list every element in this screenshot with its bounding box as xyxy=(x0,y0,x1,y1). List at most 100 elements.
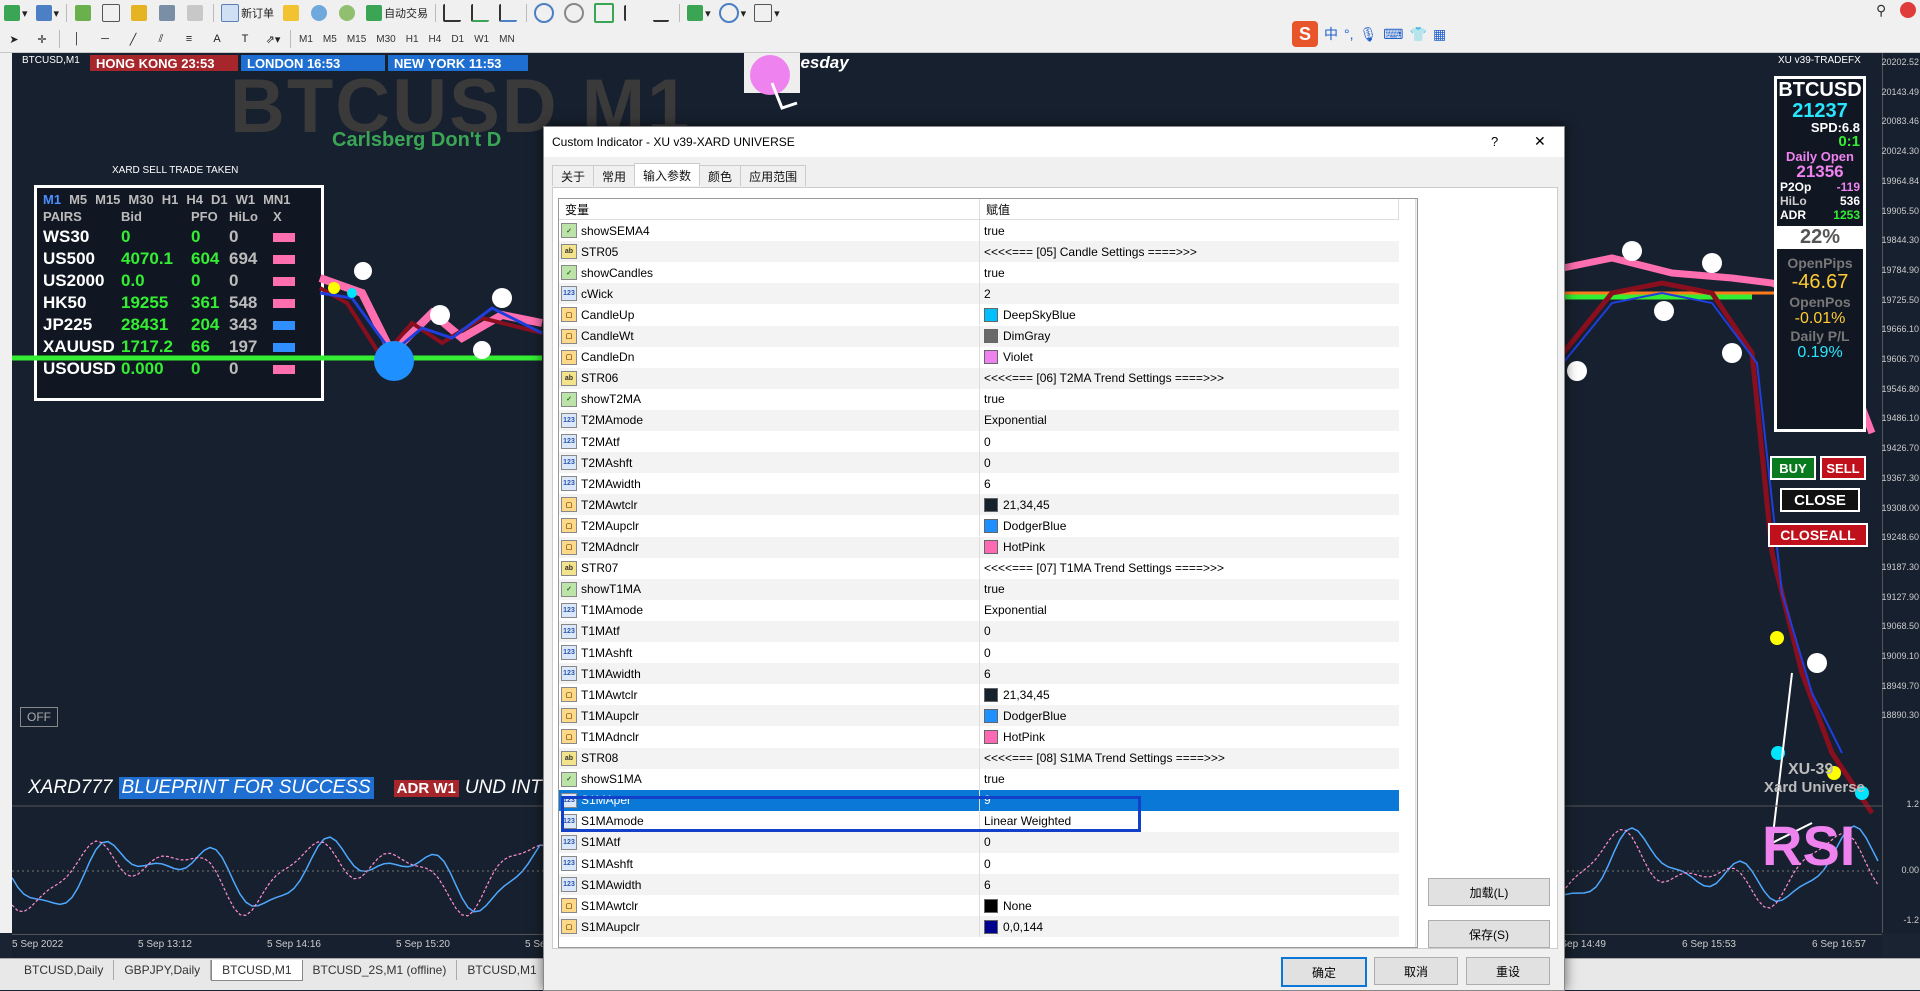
profiles-button[interactable]: ▾ xyxy=(34,3,62,23)
input-value-cell[interactable]: true xyxy=(980,579,1399,600)
input-row[interactable]: ▢ CandleDn Violet xyxy=(559,346,1399,368)
input-value-cell[interactable]: true xyxy=(980,262,1399,283)
input-value-cell[interactable]: 9 xyxy=(980,790,1399,811)
chart-tab[interactable]: BTCUSD_2S,M1 (offline) xyxy=(303,960,458,980)
input-row[interactable]: ▢ CandleUp DeepSkyBlue xyxy=(559,304,1399,326)
input-value-cell[interactable]: true xyxy=(980,769,1399,790)
col-variable[interactable]: 变量 xyxy=(559,199,980,219)
timeframe-w1[interactable]: W1 xyxy=(469,30,494,48)
input-value-cell[interactable]: <<<<=== [07] T1MA Trend Settings ====>>> xyxy=(980,558,1399,579)
input-value-cell[interactable]: DimGray xyxy=(980,326,1399,347)
input-row[interactable]: ab STR05 <<<<=== [05] Candle Settings ====… xyxy=(559,241,1399,263)
shift-button[interactable] xyxy=(650,3,674,23)
dialog-tab-0[interactable]: 关于 xyxy=(552,165,595,186)
dialog-tab-1[interactable]: 常用 xyxy=(593,165,636,186)
line-chart-button[interactable] xyxy=(497,3,521,23)
input-value-cell[interactable]: 0 xyxy=(980,853,1399,874)
microphone-icon[interactable]: 🎙 xyxy=(1360,26,1378,43)
grid-icon[interactable]: ▦ xyxy=(1433,26,1446,43)
zoom-out-button[interactable] xyxy=(562,3,588,23)
candle-chart-button[interactable] xyxy=(469,3,493,23)
input-value-cell[interactable]: <<<<=== [06] T2MA Trend Settings ====>>> xyxy=(980,368,1399,389)
cancel-button[interactable]: 取消 xyxy=(1374,957,1458,985)
timeframe-h1[interactable]: H1 xyxy=(401,30,424,48)
new-chart-button[interactable]: ▾ xyxy=(2,3,30,23)
input-value-cell[interactable]: DeepSkyBlue xyxy=(980,304,1399,325)
metaeditor-button[interactable] xyxy=(280,3,304,23)
signals-button[interactable] xyxy=(336,3,360,23)
input-row[interactable]: ▢ CandleWt DimGray xyxy=(559,325,1399,347)
input-row[interactable]: ▢ T1MAupclr DodgerBlue xyxy=(559,705,1399,727)
zoom-in-button[interactable] xyxy=(532,3,558,23)
skin-icon[interactable]: 👕 xyxy=(1410,26,1427,43)
bar-chart-button[interactable] xyxy=(441,3,465,23)
input-value-cell[interactable]: 21,34,45 xyxy=(980,684,1399,705)
horizontal-line-button[interactable]: ─ xyxy=(93,29,117,49)
input-row[interactable]: 123 T1MAmode Exponential xyxy=(559,599,1399,621)
input-row[interactable]: ▢ T2MAdnclr HotPink xyxy=(559,536,1399,558)
input-value-cell[interactable]: 21,34,45 xyxy=(980,494,1399,515)
input-row[interactable]: 123 T2MAshft 0 xyxy=(559,452,1399,474)
dialog-tab-2[interactable]: 输入参数 xyxy=(634,163,701,186)
reset-button[interactable]: 重设 xyxy=(1466,957,1550,985)
input-row[interactable]: ✓ showT2MA true xyxy=(559,388,1399,410)
trendline-button[interactable]: ╱ xyxy=(121,29,145,49)
input-value-cell[interactable]: true xyxy=(980,389,1399,410)
periods-button[interactable]: ▾ xyxy=(717,3,749,23)
templates-button[interactable]: ▾ xyxy=(752,3,782,23)
tester-button[interactable] xyxy=(184,3,208,23)
data-window-button[interactable] xyxy=(100,3,124,23)
save-button[interactable]: 保存(S) xyxy=(1428,920,1550,948)
input-value-cell[interactable]: 0 xyxy=(980,452,1399,473)
input-row[interactable]: 123 cWick 2 xyxy=(559,283,1399,305)
help-button[interactable]: ? xyxy=(1491,134,1498,149)
dialog-tab-4[interactable]: 应用范围 xyxy=(740,165,807,186)
input-row[interactable]: ▢ S1MAupclr 0,0,144 xyxy=(559,916,1399,938)
input-row[interactable]: ✓ showS1MA true xyxy=(559,768,1399,790)
indicators-button[interactable]: ▾ xyxy=(685,3,713,23)
timeframe-m15[interactable]: M15 xyxy=(342,30,371,48)
input-value-cell[interactable]: 0 xyxy=(980,832,1399,853)
vertical-line-button[interactable]: │ xyxy=(65,29,89,49)
input-value-cell[interactable]: 0 xyxy=(980,621,1399,642)
arrows-button[interactable]: ⇗▾ xyxy=(261,29,285,49)
input-value-cell[interactable]: DodgerBlue xyxy=(980,515,1399,536)
input-value-cell[interactable]: 0,0,144 xyxy=(980,916,1399,937)
input-row[interactable]: ▢ T1MAwtclr 21,34,45 xyxy=(559,684,1399,706)
timeframe-h4[interactable]: H4 xyxy=(424,30,447,48)
input-value-cell[interactable]: HotPink xyxy=(980,726,1399,747)
timeframe-m1[interactable]: M1 xyxy=(294,30,318,48)
terminal-button[interactable] xyxy=(156,3,180,23)
input-row[interactable]: 123 S1MAper 9 xyxy=(559,789,1399,811)
input-value-cell[interactable]: Linear Weighted xyxy=(980,811,1399,832)
notification-icon[interactable] xyxy=(1900,2,1916,18)
sell-button[interactable]: SELL xyxy=(1820,456,1866,480)
input-value-cell[interactable]: Exponential xyxy=(980,410,1399,431)
input-row[interactable]: 123 T2MAwidth 6 xyxy=(559,473,1399,495)
input-row[interactable]: ▢ T2MAupclr DodgerBlue xyxy=(559,515,1399,537)
input-row[interactable]: ▢ T1MAdnclr HotPink xyxy=(559,726,1399,748)
input-value-cell[interactable]: HotPink xyxy=(980,537,1399,558)
buy-button[interactable]: BUY xyxy=(1770,456,1816,480)
text-button[interactable]: A xyxy=(205,29,229,49)
ime-punct-icon[interactable]: °, xyxy=(1344,26,1354,42)
input-value-cell[interactable]: true xyxy=(980,220,1399,241)
timeframe-m30[interactable]: M30 xyxy=(371,30,400,48)
crosshair-button[interactable]: ✛ xyxy=(30,29,54,49)
input-row[interactable]: ab STR08 <<<<=== [08] S1MA Trend Settings … xyxy=(559,747,1399,769)
input-value-cell[interactable]: 6 xyxy=(980,473,1399,494)
ime-chinese-icon[interactable]: 中 xyxy=(1324,24,1338,44)
input-value-cell[interactable]: Violet xyxy=(980,347,1399,368)
input-value-cell[interactable]: DodgerBlue xyxy=(980,705,1399,726)
input-row[interactable]: 123 T1MAtf 0 xyxy=(559,620,1399,642)
chart-tab[interactable]: GBPJPY,Daily xyxy=(114,960,212,980)
channel-button[interactable]: ⫽ xyxy=(149,29,173,49)
col-value[interactable]: 赋值 xyxy=(980,199,1399,219)
input-value-cell[interactable]: Exponential xyxy=(980,600,1399,621)
fibo-button[interactable]: ≡ xyxy=(177,29,201,49)
input-row[interactable]: 123 T1MAshft 0 xyxy=(559,642,1399,663)
input-value-cell[interactable]: 6 xyxy=(980,874,1399,895)
input-value-cell[interactable]: 2 xyxy=(980,283,1399,304)
timeframe-d1[interactable]: D1 xyxy=(446,30,469,48)
input-row[interactable]: ▢ T2MAwtclr 21,34,45 xyxy=(559,494,1399,516)
